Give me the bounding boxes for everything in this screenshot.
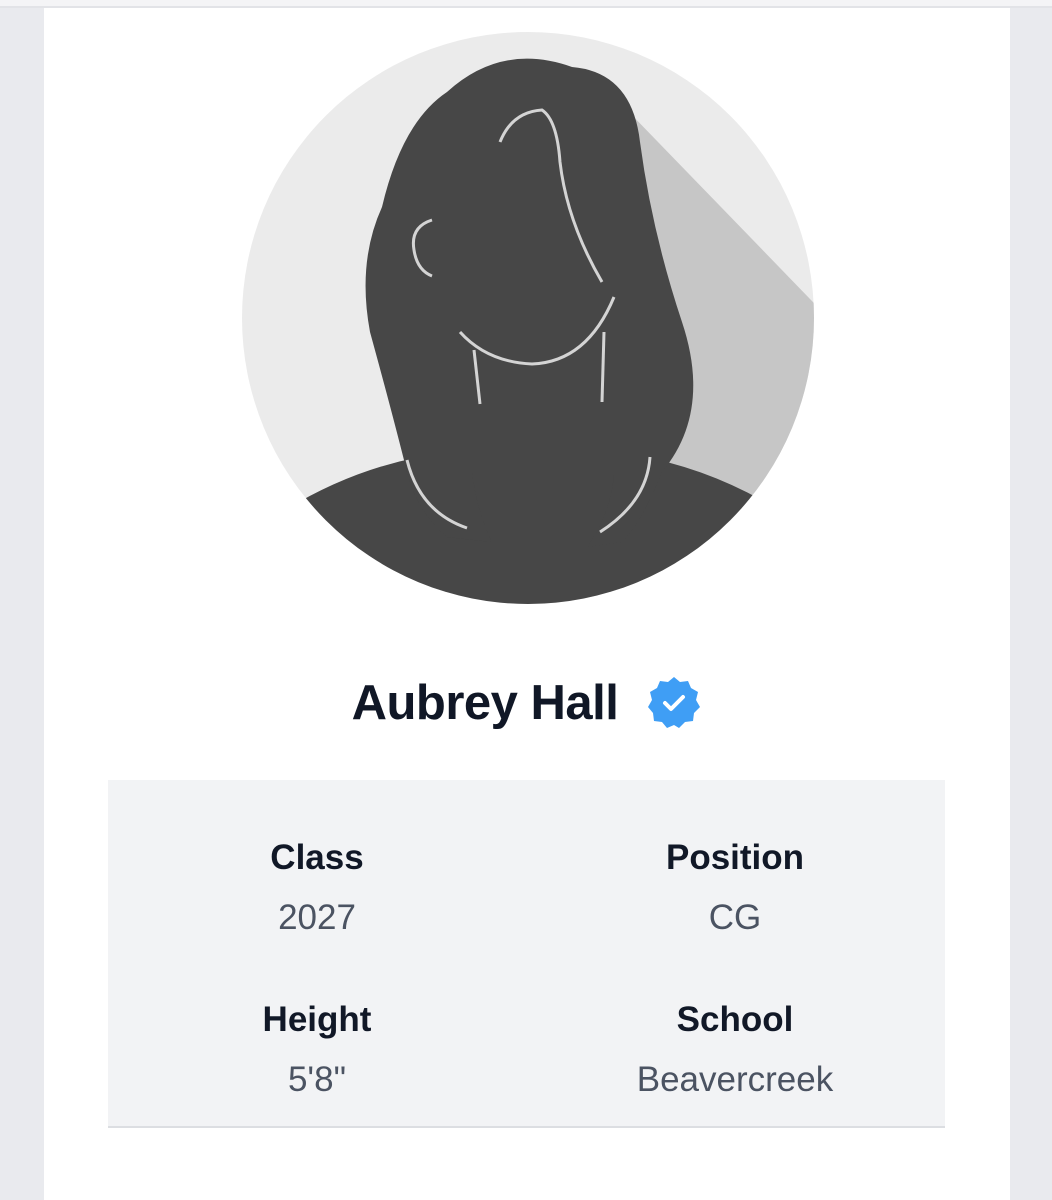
position-label: Position	[665, 838, 805, 877]
profile-card: Aubrey Hall Class 2027 Position CG Heigh…	[44, 8, 1010, 1200]
avatar[interactable]	[242, 32, 814, 604]
top-divider	[0, 0, 1052, 8]
position-value: CG	[708, 898, 762, 937]
height-field: Height 5'8"	[108, 998, 526, 1102]
position-field: Position CG	[526, 836, 944, 940]
school-field: School Beavercreek	[526, 998, 944, 1102]
player-name: Aubrey Hall	[351, 676, 619, 730]
page: Aubrey Hall Class 2027 Position CG Heigh…	[0, 0, 1052, 1200]
class-field: Class 2027	[108, 836, 526, 940]
class-label: Class	[270, 838, 364, 877]
player-details-panel: Class 2027 Position CG Height 5'8" Schoo…	[108, 780, 945, 1128]
height-value: 5'8"	[287, 1060, 347, 1099]
female-silhouette-avatar-icon	[242, 32, 814, 604]
school-label: School	[676, 1000, 794, 1039]
school-value: Beavercreek	[636, 1060, 834, 1099]
class-value: 2027	[278, 898, 356, 937]
name-row: Aubrey Hall	[44, 668, 1010, 738]
verified-check-icon	[648, 677, 701, 728]
height-label: Height	[262, 1000, 372, 1039]
